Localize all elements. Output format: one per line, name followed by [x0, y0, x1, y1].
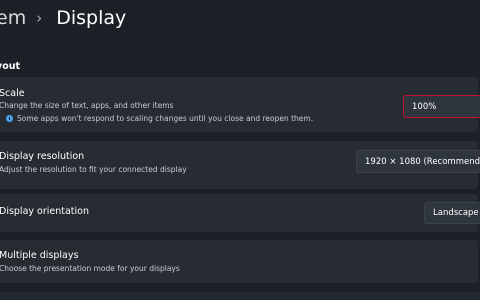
section-heading-layout: yout: [0, 61, 21, 72]
scale-description: Change the size of text, apps, and other…: [0, 101, 174, 110]
resolution-title: Display resolution: [0, 151, 85, 162]
page-title: Display: [56, 7, 127, 29]
scale-dropdown[interactable]: 100%: [403, 95, 480, 118]
resolution-dropdown-value: 1920 × 1080 (Recommended): [365, 156, 480, 167]
breadcrumb-separator-icon: ›: [36, 9, 43, 27]
info-icon: [6, 115, 13, 122]
scale-dropdown-value: 100%: [412, 101, 437, 112]
scale-notice: Some apps won't respond to scaling chang…: [6, 114, 313, 123]
breadcrumb-parent[interactable]: em: [0, 7, 26, 29]
orientation-card: Display orientation: [0, 194, 478, 232]
next-card-edge: [0, 292, 480, 300]
orientation-dropdown-value: Landscape: [433, 208, 479, 218]
breadcrumb: em › Display: [0, 3, 480, 33]
resolution-dropdown[interactable]: 1920 × 1080 (Recommended): [356, 150, 480, 173]
multiple-displays-description: Choose the presentation mode for your di…: [0, 264, 180, 273]
scale-title: Scale: [0, 88, 25, 99]
orientation-dropdown[interactable]: Landscape: [424, 202, 480, 224]
resolution-description: Adjust the resolution to fit your connec…: [0, 165, 187, 174]
orientation-title: Display orientation: [0, 206, 90, 217]
multiple-displays-card[interactable]: Multiple displays Choose the presentatio…: [0, 240, 478, 283]
scale-notice-text: Some apps won't respond to scaling chang…: [17, 114, 314, 123]
multiple-displays-title: Multiple displays: [0, 250, 79, 261]
